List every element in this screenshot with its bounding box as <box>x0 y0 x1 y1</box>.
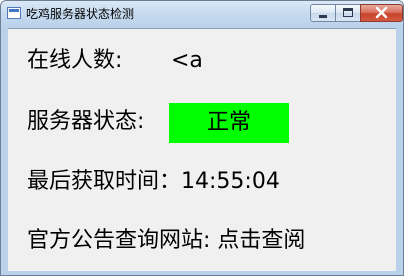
window-title: 吃鸡服务器状态检测 <box>26 7 135 21</box>
server-status-label: 服务器状态: <box>27 109 145 134</box>
server-status-badge: 正常 <box>169 103 289 143</box>
maximize-icon <box>343 8 353 17</box>
last-fetch-row: 最后获取时间：14:55:04 <box>27 167 280 197</box>
last-fetch-label: 最后获取时间： <box>27 169 182 194</box>
online-count-value: <a <box>171 48 203 73</box>
client-area: 在线人数: <a 服务器状态: 正常 最后获取时间：14:55:04 官方公告查… <box>8 28 396 271</box>
close-button[interactable] <box>360 4 403 22</box>
minimize-icon <box>319 15 327 18</box>
title-bar[interactable]: 吃鸡服务器状态检测 <box>1 1 403 28</box>
official-site-label: 官方公告查询网站: <box>27 228 211 253</box>
maximize-button[interactable] <box>335 4 361 22</box>
app-window: 吃鸡服务器状态检测 在线人数: <a 服务器状态: 正常 最后获取时间：14:5… <box>0 0 404 276</box>
official-site-row: 官方公告查询网站: 点击查阅 <box>27 226 305 256</box>
online-count-label: 在线人数: <box>27 48 123 73</box>
last-fetch-time: 14:55:04 <box>181 169 280 194</box>
close-icon <box>375 6 388 19</box>
app-window-icon <box>7 7 21 19</box>
minimize-button[interactable] <box>310 4 336 22</box>
official-site-link[interactable]: 点击查阅 <box>217 228 305 253</box>
